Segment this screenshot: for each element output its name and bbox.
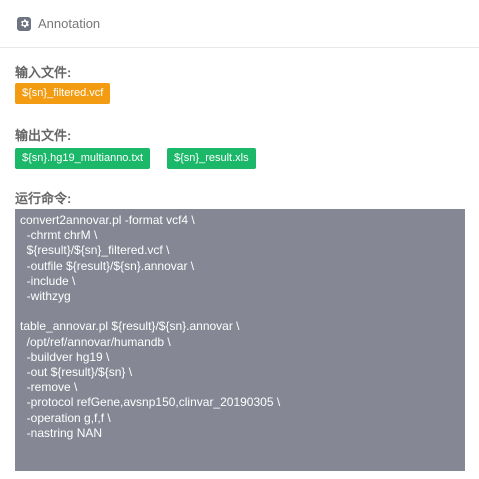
gear-icon bbox=[17, 16, 31, 31]
input-files-label: 输入文件: bbox=[15, 65, 72, 80]
panel-header: Annotation bbox=[0, 0, 479, 48]
command-code-block[interactable]: convert2annovar.pl -format vcf4 \ -chrmt… bbox=[15, 209, 465, 471]
output-file-tag-multianno[interactable]: ${sn}.hg19_multianno.txt bbox=[15, 148, 151, 169]
output-files-label: 输出文件: bbox=[15, 128, 72, 143]
command-label: 运行命令: bbox=[15, 191, 72, 206]
input-file-tag[interactable]: ${sn}_filtered.vcf bbox=[15, 83, 111, 104]
panel-title: Annotation bbox=[38, 16, 101, 31]
output-file-tag-result[interactable]: ${sn}_result.xls bbox=[167, 148, 256, 169]
command-text: convert2annovar.pl -format vcf4 \ -chrmt… bbox=[20, 213, 281, 440]
